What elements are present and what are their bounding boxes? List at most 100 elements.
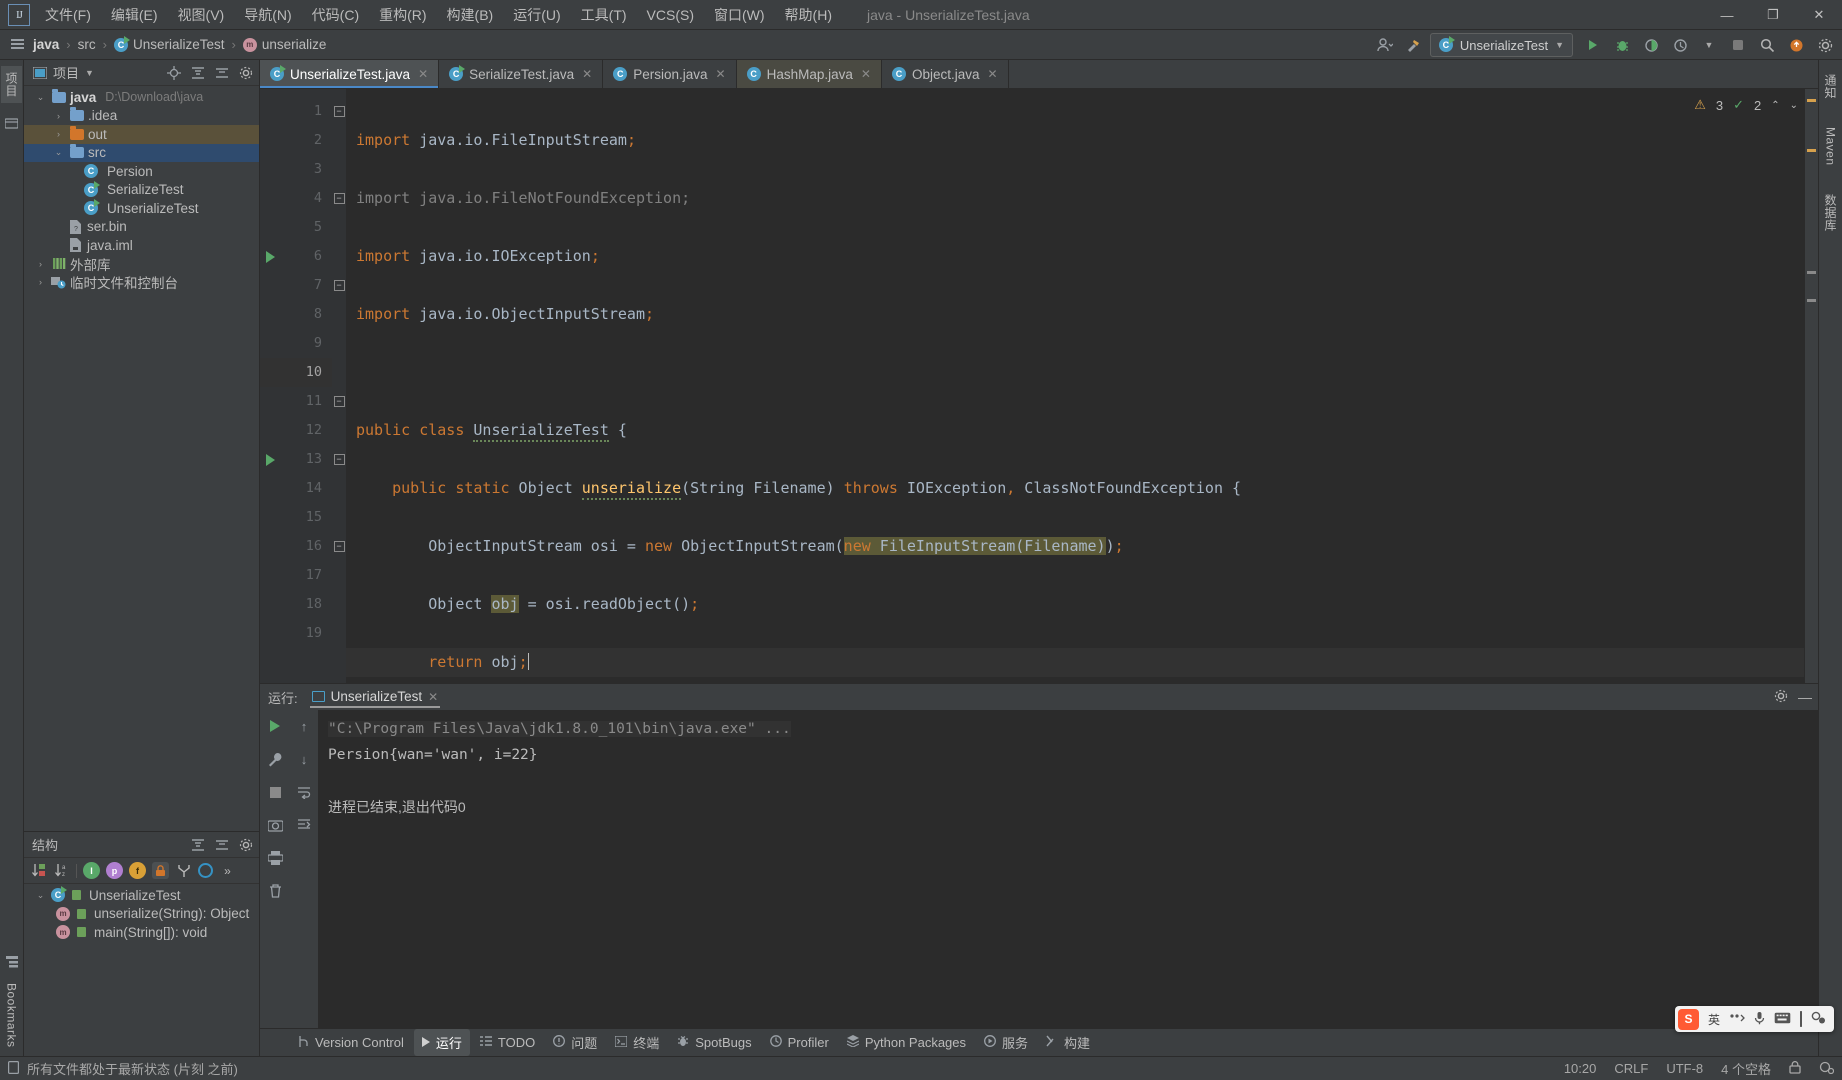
code-editor[interactable]: ⚠ 3 ✓ 2 ⌃ ⌄ 1 2 3 4 5 6 7 8 9 10 11 12 1… [260, 89, 1818, 683]
menu-item-file[interactable]: 文件(F) [36, 1, 100, 29]
menu-item-view[interactable]: 视图(V) [169, 1, 234, 29]
menu-item-help[interactable]: 帮助(H) [776, 1, 841, 29]
window-controls[interactable]: — ❐ ✕ [1704, 0, 1842, 30]
minimize-icon[interactable]: — [1798, 689, 1812, 705]
gear-icon[interactable] [237, 836, 255, 854]
show-non-public-icon[interactable] [152, 862, 169, 879]
marker-warning[interactable] [1807, 99, 1816, 102]
show-hierarchy-icon[interactable] [175, 862, 192, 879]
inspection-widget[interactable]: ⚠ 3 ✓ 2 ⌃ ⌄ [1694, 97, 1798, 113]
menu-item-navigate[interactable]: 导航(N) [235, 1, 300, 29]
sort-alphabetically-icon[interactable]: az [53, 862, 70, 879]
show-fields-icon[interactable]: f [129, 862, 146, 879]
navigate-icon[interactable] [198, 863, 213, 878]
editor-tab-hashmap[interactable]: C HashMap.java ✕ [736, 60, 882, 88]
ime-mode-label[interactable]: 英 [1708, 1011, 1720, 1028]
structure-item-method-main[interactable]: m main(String[]): void [24, 923, 259, 942]
more-icon[interactable]: » [219, 862, 236, 879]
debug-button[interactable] [1609, 33, 1635, 57]
build-hammer-icon[interactable] [1401, 33, 1427, 57]
ime-box-icon[interactable] [1800, 1011, 1802, 1027]
expand-all-icon[interactable] [189, 836, 207, 854]
console-output[interactable]: "C:\Program Files\Java\jdk1.8.0_101\bin\… [318, 710, 1818, 1028]
run-nav-buttons[interactable]: ↑ ↓ [290, 710, 318, 1028]
tree-item-serbin[interactable]: ? ser.bin [24, 218, 259, 237]
tool-button-profiler[interactable]: Profiler [762, 1031, 837, 1054]
breadcrumb-item-class[interactable]: C UnserializeTest [109, 35, 230, 54]
editor-tab-persion[interactable]: C Persion.java ✕ [603, 60, 737, 88]
bottom-tool-bar[interactable]: Version Control 运行 TODO 问题 终端 SpotBugs P… [260, 1028, 1818, 1056]
fold-marker-7[interactable]: − [332, 271, 346, 300]
close-icon[interactable]: ✕ [861, 67, 871, 81]
gutter-line-run-13[interactable]: 13 [260, 445, 332, 474]
tree-item-javaiml[interactable]: java.iml [24, 236, 259, 255]
close-icon[interactable]: ✕ [716, 67, 726, 81]
close-icon[interactable]: ✕ [418, 67, 428, 81]
fold-marker-4[interactable]: − [332, 184, 346, 213]
ime-dots-icon[interactable] [1729, 1012, 1745, 1026]
gear-icon[interactable] [1812, 33, 1838, 57]
lock-icon[interactable] [1789, 1060, 1801, 1077]
tool-button-run[interactable]: 运行 [413, 1029, 470, 1056]
sidebar-tab-bookmarks[interactable]: Bookmarks [5, 983, 19, 1048]
show-inherited-icon[interactable]: I [83, 862, 100, 879]
fold-marker-1[interactable]: − [332, 97, 346, 126]
chevron-right-icon[interactable]: › [34, 277, 47, 287]
user-account-icon[interactable] [1372, 33, 1398, 57]
structure-item-class[interactable]: ⌄ C UnserializeTest [24, 886, 259, 905]
chevron-right-icon[interactable]: › [34, 259, 47, 269]
minimize-button[interactable]: — [1704, 0, 1750, 30]
down-icon[interactable]: ↓ [294, 749, 314, 769]
chevron-right-icon[interactable]: › [52, 111, 65, 121]
sidebar-tab-maven[interactable]: Maven [1822, 121, 1840, 172]
chevron-down-icon[interactable]: ⌄ [1790, 100, 1798, 111]
locate-file-icon[interactable] [165, 64, 183, 82]
chevron-down-icon[interactable]: ⌄ [52, 147, 65, 158]
editor-tab-unserializetest[interactable]: C UnserializeTest.java ✕ [260, 60, 440, 88]
structure-item-method-unserialize[interactable]: m unserialize(String): Object [24, 905, 259, 924]
sort-by-visibility-icon[interactable] [30, 862, 47, 879]
wrench-icon[interactable] [265, 749, 285, 769]
tool-button-services[interactable]: 服务 [976, 1029, 1036, 1056]
run-tab-unserializetest[interactable]: UnserializeTest ✕ [306, 686, 445, 708]
editor-tab-object[interactable]: C Object.java ✕ [882, 60, 1009, 88]
print-icon[interactable] [265, 848, 285, 868]
collapse-all-icon[interactable] [213, 64, 231, 82]
file-encoding[interactable]: UTF-8 [1666, 1061, 1703, 1076]
breadcrumb-item-src[interactable]: src [73, 35, 101, 54]
run-configuration-selector[interactable]: C UnserializeTest ▼ [1429, 33, 1573, 57]
marker-change[interactable] [1807, 299, 1816, 302]
tree-item-scratches[interactable]: › 临时文件和控制台 [24, 273, 259, 292]
show-properties-icon[interactable]: p [106, 862, 123, 879]
tool-button-python-packages[interactable]: Python Packages [839, 1031, 974, 1054]
hamburger-icon[interactable] [6, 39, 28, 50]
project-tree[interactable]: ⌄ java D:\Download\java › .idea › out ⌄ … [24, 86, 259, 831]
tree-item-serializetest[interactable]: C SerializeTest [24, 180, 259, 200]
chevron-down-icon[interactable]: ⌄ [34, 92, 47, 103]
tree-item-idea[interactable]: › .idea [24, 107, 259, 126]
menu-item-run[interactable]: 运行(U) [504, 1, 569, 29]
close-icon[interactable]: ✕ [428, 690, 438, 704]
rerun-icon[interactable] [265, 716, 285, 736]
menu-item-edit[interactable]: 编辑(E) [102, 1, 167, 29]
more-run-options-icon[interactable]: ▼ [1696, 33, 1722, 57]
editor-gutter[interactable]: 1 2 3 4 5 6 7 8 9 10 11 12 13 14 15 16 1 [260, 89, 332, 683]
menu-item-code[interactable]: 代码(C) [303, 1, 368, 29]
menu-bar[interactable]: 文件(F) 编辑(E) 视图(V) 导航(N) 代码(C) 重构(R) 构建(B… [36, 1, 841, 29]
editor-tab-serializetest[interactable]: C SerializeTest.java ✕ [439, 60, 604, 88]
marker-warning[interactable] [1807, 149, 1816, 152]
menu-item-refactor[interactable]: 重构(R) [370, 1, 435, 29]
tool-button-version-control[interactable]: Version Control [290, 1031, 412, 1055]
expand-all-icon[interactable] [189, 64, 207, 82]
editor-fold-column[interactable]: − − − − − − [332, 89, 346, 683]
editor-marker-bar[interactable] [1804, 89, 1818, 683]
tool-button-problems[interactable]: 问题 [545, 1029, 605, 1056]
ime-tools-icon[interactable] [1811, 1011, 1826, 1027]
gutter-line-run-6[interactable]: 6 [260, 242, 332, 271]
breadcrumb-item-method[interactable]: m unserialize [238, 35, 332, 54]
menu-item-vcs[interactable]: VCS(S) [638, 3, 703, 27]
indent-setting[interactable]: 4 个空格 [1721, 1059, 1771, 1078]
trash-icon[interactable] [265, 881, 285, 901]
stop-button[interactable] [1725, 33, 1751, 57]
gear-icon[interactable] [237, 64, 255, 82]
